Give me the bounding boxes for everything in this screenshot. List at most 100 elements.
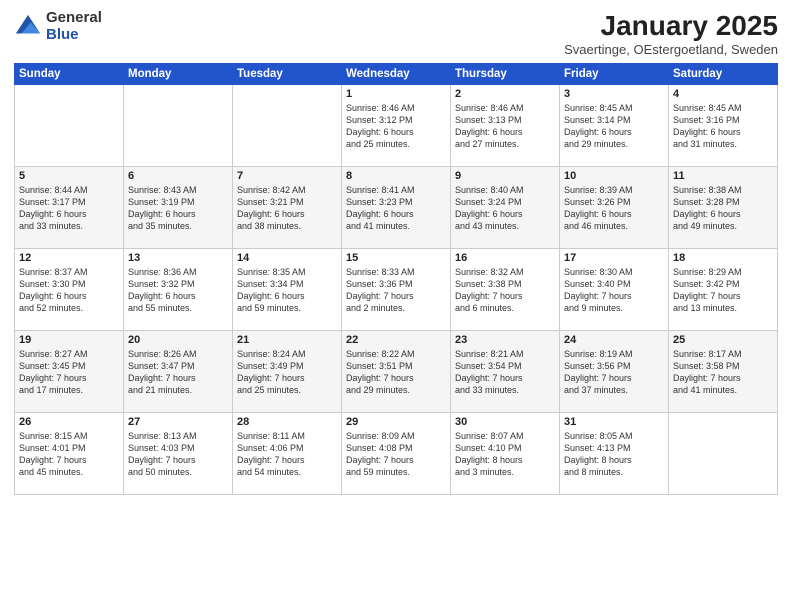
day-number: 3 [564, 88, 664, 100]
day-number: 16 [455, 252, 555, 264]
day-cell: 27 Sunrise: 8:13 AM Sunset: 4:03 PM Dayli… [124, 413, 233, 495]
day-info: Sunrise: 8:26 AM Sunset: 3:47 PM Dayligh… [128, 348, 228, 397]
day-number: 13 [128, 252, 228, 264]
day-info: Sunrise: 8:30 AM Sunset: 3:40 PM Dayligh… [564, 266, 664, 315]
day-cell: 19 Sunrise: 8:27 AM Sunset: 3:45 PM Dayli… [15, 331, 124, 413]
day-cell [124, 85, 233, 167]
day-cell: 18 Sunrise: 8:29 AM Sunset: 3:42 PM Dayli… [669, 249, 778, 331]
day-info: Sunrise: 8:32 AM Sunset: 3:38 PM Dayligh… [455, 266, 555, 315]
week-row-1: 1 Sunrise: 8:46 AM Sunset: 3:12 PM Daylig… [15, 85, 778, 167]
day-cell: 2 Sunrise: 8:46 AM Sunset: 3:13 PM Daylig… [451, 85, 560, 167]
day-cell: 12Sunrise: 8:37 AM Sunset: 3:30 PM Dayli… [15, 249, 124, 331]
day-cell: 7Sunrise: 8:42 AM Sunset: 3:21 PM Daylig… [233, 167, 342, 249]
day-info: Sunrise: 8:15 AM Sunset: 4:01 PM Dayligh… [19, 430, 119, 479]
day-cell: 24 Sunrise: 8:19 AM Sunset: 3:56 PM Dayli… [560, 331, 669, 413]
week-row-4: 19 Sunrise: 8:27 AM Sunset: 3:45 PM Dayli… [15, 331, 778, 413]
day-cell: 26 Sunrise: 8:15 AM Sunset: 4:01 PM Dayli… [15, 413, 124, 495]
day-info: Sunrise: 8:29 AM Sunset: 3:42 PM Dayligh… [673, 266, 773, 315]
day-info: Sunrise: 8:45 AM Sunset: 3:16 PM Dayligh… [673, 102, 773, 151]
day-number: 5 [19, 170, 119, 182]
day-number: 25 [673, 334, 773, 346]
logo-blue: Blue [46, 27, 102, 44]
day-number: 8 [346, 170, 446, 182]
day-cell: 11 Sunrise: 8:38 AM Sunset: 3:28 PM Dayli… [669, 167, 778, 249]
day-info: Sunrise: 8:46 AM Sunset: 3:13 PM Dayligh… [455, 102, 555, 151]
calendar-body: 1 Sunrise: 8:46 AM Sunset: 3:12 PM Daylig… [15, 85, 778, 495]
col-tuesday: Tuesday [233, 64, 342, 85]
day-cell [233, 85, 342, 167]
col-saturday: Saturday [669, 64, 778, 85]
day-cell: 9Sunrise: 8:40 AM Sunset: 3:24 PM Daylig… [451, 167, 560, 249]
day-number: 10 [564, 170, 664, 182]
day-cell: 28 Sunrise: 8:11 AM Sunset: 4:06 PM Dayli… [233, 413, 342, 495]
day-number: 18 [673, 252, 773, 264]
logo-general: General [46, 10, 102, 27]
day-number: 15 [346, 252, 446, 264]
day-cell: 10Sunrise: 8:39 AM Sunset: 3:26 PM Dayli… [560, 167, 669, 249]
day-info: Sunrise: 8:42 AM Sunset: 3:21 PM Dayligh… [237, 184, 337, 233]
day-info: Sunrise: 8:07 AM Sunset: 4:10 PM Dayligh… [455, 430, 555, 479]
day-cell: 21 Sunrise: 8:24 AM Sunset: 3:49 PM Dayli… [233, 331, 342, 413]
day-cell: 31 Sunrise: 8:05 AM Sunset: 4:13 PM Dayli… [560, 413, 669, 495]
logo: General Blue [14, 10, 102, 43]
day-info: Sunrise: 8:05 AM Sunset: 4:13 PM Dayligh… [564, 430, 664, 479]
day-number: 9 [455, 170, 555, 182]
col-thursday: Thursday [451, 64, 560, 85]
day-info: Sunrise: 8:21 AM Sunset: 3:54 PM Dayligh… [455, 348, 555, 397]
day-number: 27 [128, 416, 228, 428]
day-info: Sunrise: 8:17 AM Sunset: 3:58 PM Dayligh… [673, 348, 773, 397]
day-info: Sunrise: 8:45 AM Sunset: 3:14 PM Dayligh… [564, 102, 664, 151]
day-info: Sunrise: 8:38 AM Sunset: 3:28 PM Dayligh… [673, 184, 773, 233]
day-info: Sunrise: 8:46 AM Sunset: 3:12 PM Dayligh… [346, 102, 446, 151]
week-row-3: 12Sunrise: 8:37 AM Sunset: 3:30 PM Dayli… [15, 249, 778, 331]
day-cell: 23 Sunrise: 8:21 AM Sunset: 3:54 PM Dayli… [451, 331, 560, 413]
day-number: 30 [455, 416, 555, 428]
day-cell: 5Sunrise: 8:44 AM Sunset: 3:17 PM Daylig… [15, 167, 124, 249]
week-row-5: 26 Sunrise: 8:15 AM Sunset: 4:01 PM Dayli… [15, 413, 778, 495]
day-info: Sunrise: 8:09 AM Sunset: 4:08 PM Dayligh… [346, 430, 446, 479]
day-cell: 3 Sunrise: 8:45 AM Sunset: 3:14 PM Daylig… [560, 85, 669, 167]
day-info: Sunrise: 8:35 AM Sunset: 3:34 PM Dayligh… [237, 266, 337, 315]
col-sunday: Sunday [15, 64, 124, 85]
day-number: 19 [19, 334, 119, 346]
day-number: 31 [564, 416, 664, 428]
day-number: 1 [346, 88, 446, 100]
logo-text: General Blue [46, 10, 102, 43]
day-number: 26 [19, 416, 119, 428]
day-info: Sunrise: 8:24 AM Sunset: 3:49 PM Dayligh… [237, 348, 337, 397]
day-info: Sunrise: 8:19 AM Sunset: 3:56 PM Dayligh… [564, 348, 664, 397]
calendar-title: January 2025 [564, 10, 778, 42]
day-info: Sunrise: 8:13 AM Sunset: 4:03 PM Dayligh… [128, 430, 228, 479]
day-info: Sunrise: 8:41 AM Sunset: 3:23 PM Dayligh… [346, 184, 446, 233]
day-number: 12 [19, 252, 119, 264]
day-cell: 30 Sunrise: 8:07 AM Sunset: 4:10 PM Dayli… [451, 413, 560, 495]
day-cell: 16 Sunrise: 8:32 AM Sunset: 3:38 PM Dayli… [451, 249, 560, 331]
day-number: 23 [455, 334, 555, 346]
day-info: Sunrise: 8:43 AM Sunset: 3:19 PM Dayligh… [128, 184, 228, 233]
day-cell: 4Sunrise: 8:45 AM Sunset: 3:16 PM Daylig… [669, 85, 778, 167]
day-cell: 25 Sunrise: 8:17 AM Sunset: 3:58 PM Dayli… [669, 331, 778, 413]
day-number: 2 [455, 88, 555, 100]
day-cell: 13Sunrise: 8:36 AM Sunset: 3:32 PM Dayli… [124, 249, 233, 331]
day-cell: 14 Sunrise: 8:35 AM Sunset: 3:34 PM Dayli… [233, 249, 342, 331]
day-number: 28 [237, 416, 337, 428]
page: General Blue January 2025 Svaertinge, OE… [0, 0, 792, 612]
day-cell: 1 Sunrise: 8:46 AM Sunset: 3:12 PM Daylig… [342, 85, 451, 167]
day-info: Sunrise: 8:27 AM Sunset: 3:45 PM Dayligh… [19, 348, 119, 397]
day-cell: 17Sunrise: 8:30 AM Sunset: 3:40 PM Dayli… [560, 249, 669, 331]
day-cell: 20Sunrise: 8:26 AM Sunset: 3:47 PM Dayli… [124, 331, 233, 413]
day-cell [15, 85, 124, 167]
day-number: 6 [128, 170, 228, 182]
day-cell: 22Sunrise: 8:22 AM Sunset: 3:51 PM Dayli… [342, 331, 451, 413]
day-number: 24 [564, 334, 664, 346]
day-cell: 6 Sunrise: 8:43 AM Sunset: 3:19 PM Daylig… [124, 167, 233, 249]
day-number: 21 [237, 334, 337, 346]
day-number: 11 [673, 170, 773, 182]
col-friday: Friday [560, 64, 669, 85]
day-number: 14 [237, 252, 337, 264]
day-info: Sunrise: 8:11 AM Sunset: 4:06 PM Dayligh… [237, 430, 337, 479]
day-cell: 15Sunrise: 8:33 AM Sunset: 3:36 PM Dayli… [342, 249, 451, 331]
logo-icon [14, 13, 42, 41]
week-row-2: 5Sunrise: 8:44 AM Sunset: 3:17 PM Daylig… [15, 167, 778, 249]
calendar-subtitle: Svaertinge, OEstergoetland, Sweden [564, 42, 778, 57]
